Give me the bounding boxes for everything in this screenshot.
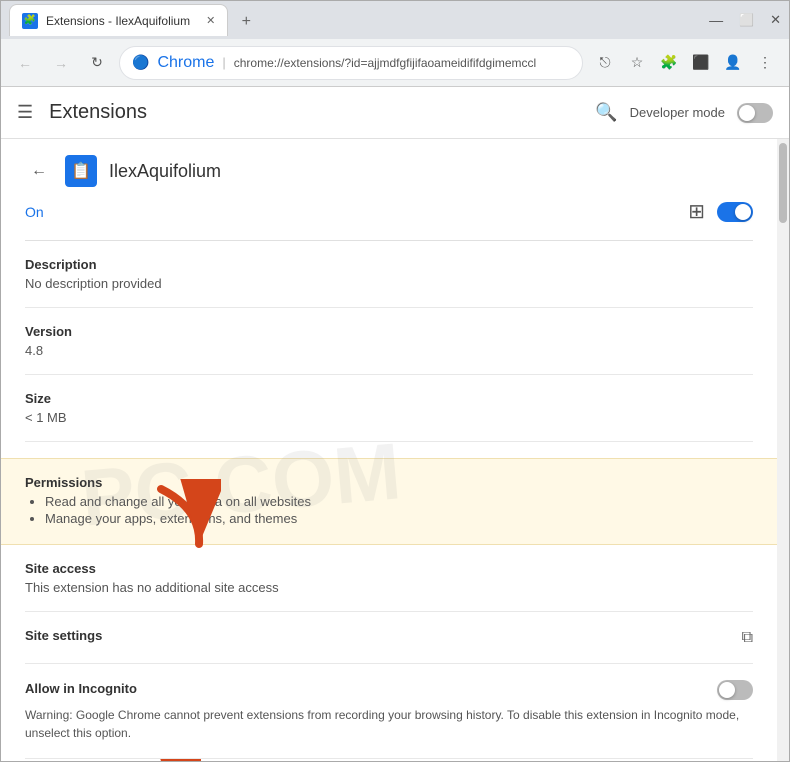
extensions-page: ☰ Extensions 🔍 Developer mode: [1, 87, 789, 761]
incognito-section: Allow in Incognito Warning: Google Chrom…: [25, 680, 753, 759]
dev-mode-area: 🔍 Developer mode: [595, 102, 773, 123]
ext-on-label: On: [25, 204, 44, 220]
restore-button[interactable]: ⬜: [739, 13, 754, 27]
ext-back-row: ← 📋 IlexAquifolium: [25, 155, 753, 187]
extension-detail-panel: ← 📋 IlexAquifolium On ⊞: [1, 139, 777, 761]
share-button[interactable]: ⎋: [591, 49, 619, 77]
url-bar[interactable]: 🔵 Chrome | chrome://extensions/?id=ajjmd…: [119, 46, 583, 80]
minimize-button[interactable]: —: [709, 12, 723, 28]
incognito-header: Allow in Incognito: [25, 680, 753, 700]
address-bar: ← → ↻ 🔵 Chrome | chrome://extensions/?id…: [1, 39, 789, 87]
main-scroll-area: ← 📋 IlexAquifolium On ⊞: [1, 139, 789, 761]
window-controls: — ⬜ ✕: [709, 12, 781, 28]
sidebar-button[interactable]: ⬛: [687, 49, 715, 77]
size-value: < 1 MB: [25, 410, 753, 425]
dev-mode-toggle[interactable]: [737, 103, 773, 123]
close-button[interactable]: ✕: [770, 12, 781, 28]
url-path-text: chrome://extensions/?id=ajjmdfgfijifaoam…: [234, 56, 536, 70]
tabs-bar: 🧩 Extensions - IlexAquifolium ✕ +: [9, 4, 703, 36]
ext-icon-text: 📋: [71, 161, 91, 181]
toggle-knob: [735, 204, 751, 220]
new-tab-button[interactable]: +: [232, 8, 260, 36]
refresh-button[interactable]: ↻: [83, 49, 111, 77]
permissions-list: Read and change all your data on all web…: [25, 494, 753, 526]
scrollbar-track: [777, 139, 789, 761]
tab-title: Extensions - IlexAquifolium: [46, 14, 190, 28]
url-separator: |: [222, 55, 225, 70]
profile-button[interactable]: 👤: [719, 49, 747, 77]
toolbar-icons: ⎋ ☆ 🧩 ⬛ 👤 ⋮: [591, 49, 779, 77]
bookmark-button[interactable]: ☆: [623, 49, 651, 77]
dev-mode-label: Developer mode: [630, 105, 725, 120]
secure-icon: 🔵: [132, 54, 149, 71]
site-access-label: Site access: [25, 561, 753, 576]
tab-favicon-icon: 🧩: [22, 13, 38, 29]
main-content: ← 📋 IlexAquifolium On ⊞: [1, 139, 777, 761]
search-icon[interactable]: 🔍: [595, 102, 617, 123]
toggle-knob: [739, 105, 755, 121]
site-settings-section: Site settings ⧉: [25, 628, 753, 664]
permissions-label: Permissions: [25, 475, 753, 490]
permission-item-2: Manage your apps, extensions, and themes: [45, 511, 753, 526]
extension-name: IlexAquifolium: [109, 161, 221, 182]
hamburger-menu-icon[interactable]: ☰: [17, 102, 33, 123]
site-access-value: This extension has no additional site ac…: [25, 580, 753, 595]
description-value: No description provided: [25, 276, 753, 291]
incognito-warning: Warning: Google Chrome cannot prevent ex…: [25, 706, 753, 742]
version-value: 4.8: [25, 343, 753, 358]
tab-close-button[interactable]: ✕: [206, 14, 215, 27]
description-section: Description No description provided: [25, 257, 753, 308]
extension-icon: 📋: [65, 155, 97, 187]
page-title: Extensions: [49, 101, 595, 124]
ext-toggle-right: ⊞: [688, 199, 753, 224]
incognito-label: Allow in Incognito: [25, 681, 137, 696]
page-content: ☰ Extensions 🔍 Developer mode: [1, 87, 789, 761]
site-access-section: Site access This extension has no additi…: [25, 561, 753, 612]
permissions-section: Permissions Read and change all your dat…: [1, 458, 777, 545]
active-tab[interactable]: 🧩 Extensions - IlexAquifolium ✕: [9, 4, 228, 36]
size-section: Size < 1 MB: [25, 391, 753, 442]
url-site-label: Chrome: [157, 54, 214, 72]
extensions-header: ☰ Extensions 🔍 Developer mode: [1, 87, 789, 139]
browser-window: 🧩 Extensions - IlexAquifolium ✕ + — ⬜ ✕ …: [0, 0, 790, 762]
external-link-icon[interactable]: ⧉: [742, 629, 753, 647]
ext-toggle-row: On ⊞: [25, 199, 753, 241]
title-bar: 🧩 Extensions - IlexAquifolium ✕ + — ⬜ ✕: [1, 1, 789, 39]
toggle-knob: [719, 682, 735, 698]
incognito-toggle[interactable]: [717, 680, 753, 700]
size-label: Size: [25, 391, 753, 406]
site-settings-label: Site settings: [25, 628, 102, 643]
version-label: Version: [25, 324, 753, 339]
back-button[interactable]: ←: [25, 157, 53, 185]
description-label: Description: [25, 257, 753, 272]
arrow-2: [121, 759, 201, 761]
permission-item-1: Read and change all your data on all web…: [45, 494, 753, 509]
scrollbar-thumb[interactable]: [779, 143, 787, 223]
forward-button[interactable]: →: [47, 49, 75, 77]
menu-button[interactable]: ⋮: [751, 49, 779, 77]
version-section: Version 4.8: [25, 324, 753, 375]
extension-enable-toggle[interactable]: [717, 202, 753, 222]
grid-icon[interactable]: ⊞: [688, 199, 705, 224]
extensions-button[interactable]: 🧩: [655, 49, 683, 77]
back-button[interactable]: ←: [11, 49, 39, 77]
